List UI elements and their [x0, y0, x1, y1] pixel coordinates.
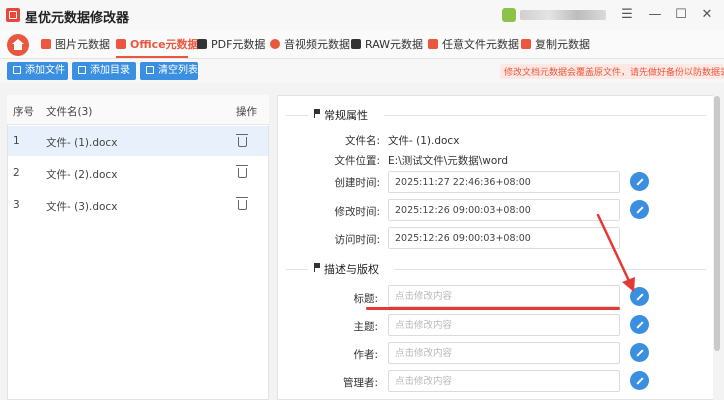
section-title: 常规属性: [324, 109, 368, 122]
tab-pdf-metadata[interactable]: PDF元数据: [197, 35, 265, 55]
clear-icon: [146, 66, 154, 74]
modified-time-input[interactable]: [388, 199, 620, 221]
created-time-label: 创建时间:: [334, 177, 380, 189]
home-icon[interactable]: [7, 34, 29, 56]
row-filename: 文件- (1).docx: [46, 137, 118, 149]
author-input[interactable]: [388, 342, 620, 364]
delete-icon[interactable]: [236, 197, 248, 210]
tab-audio-video-metadata[interactable]: 音视频元数据: [270, 35, 350, 55]
edit-manager-button[interactable]: [630, 371, 649, 390]
add-folder-icon: [78, 66, 86, 74]
accessed-time-label: 访问时间:: [334, 234, 380, 246]
header-filename: 文件名(3): [46, 106, 93, 118]
active-tab-indicator: [116, 56, 188, 58]
annotation-underline: [366, 307, 620, 310]
minimize-icon[interactable]: —: [646, 6, 664, 24]
title-input[interactable]: [388, 285, 620, 307]
user-info-blurred: [520, 10, 606, 20]
image-icon: [41, 39, 51, 49]
edit-subject-button[interactable]: [630, 315, 649, 334]
header-action: 操作: [236, 106, 257, 118]
tab-office-metadata[interactable]: Office元数据: [116, 35, 199, 55]
modified-time-label: 修改时间:: [334, 206, 380, 218]
play-icon: [270, 39, 280, 49]
clear-list-button[interactable]: 清空列表: [140, 62, 198, 80]
row-filename: 文件- (2).docx: [46, 169, 118, 181]
accessed-time-input[interactable]: [388, 227, 620, 249]
subject-input[interactable]: [388, 314, 620, 336]
divider: [286, 269, 308, 270]
tab-copy-metadata[interactable]: 复制元数据: [521, 35, 590, 55]
user-avatar[interactable]: [502, 8, 516, 22]
row-index: 2: [13, 167, 20, 179]
created-time-input[interactable]: [388, 171, 620, 193]
copy-icon: [521, 39, 531, 49]
section-common-properties: 常规属性: [286, 109, 706, 122]
section-description-copyright: 描述与版权: [286, 263, 706, 276]
tab-raw-metadata[interactable]: RAW元数据: [351, 35, 423, 55]
edit-created-button[interactable]: [630, 172, 649, 191]
flag-icon: [314, 109, 320, 118]
scrollbar-thumb[interactable]: [714, 96, 720, 351]
file-icon: [428, 39, 438, 49]
section-title: 描述与版权: [324, 263, 379, 276]
add-file-icon: [13, 66, 21, 74]
header-index: 序号: [13, 106, 34, 118]
raw-icon: [351, 39, 361, 49]
flag-icon: [314, 263, 320, 272]
author-label: 作者:: [353, 349, 378, 361]
office-icon: [116, 39, 126, 49]
tab-any-file-metadata[interactable]: 任意文件元数据: [428, 35, 519, 55]
file-path-label: 文件位置:: [334, 155, 380, 167]
row-index: 1: [13, 135, 20, 147]
file-name-label: 文件名:: [344, 135, 380, 147]
title-label: 标题:: [353, 293, 378, 305]
delete-icon[interactable]: [236, 134, 248, 147]
edit-modified-button[interactable]: [630, 200, 649, 219]
row-filename: 文件- (3).docx: [46, 201, 118, 213]
edit-author-button[interactable]: [630, 343, 649, 362]
divider: [286, 115, 308, 116]
row-index: 3: [13, 199, 20, 211]
subject-label: 主题:: [353, 321, 378, 333]
file-path-value: E:\测试文件\元数据\word: [388, 155, 509, 167]
manager-input[interactable]: [388, 370, 620, 392]
tab-image-metadata[interactable]: 图片元数据: [41, 35, 110, 55]
manager-label: 管理者:: [342, 377, 378, 389]
app-title: 星优元数据修改器: [25, 11, 130, 26]
maximize-icon[interactable]: ☐: [672, 6, 690, 24]
app-logo-icon: [6, 8, 20, 22]
close-icon[interactable]: ✕: [698, 6, 716, 24]
divider: [384, 115, 706, 116]
divider: [394, 269, 706, 270]
pdf-icon: [197, 39, 207, 49]
delete-icon[interactable]: [236, 165, 248, 178]
edit-title-button[interactable]: [630, 287, 649, 306]
add-file-button[interactable]: 添加文件: [7, 62, 68, 80]
file-name-value: 文件- (1).docx: [388, 135, 460, 147]
warning-message: 修改文档元数据会覆盖原文件，请先做好备份以防数据丢失！: [500, 64, 724, 79]
menu-icon[interactable]: ☰: [618, 6, 636, 24]
add-folder-button[interactable]: 添加目录: [72, 62, 136, 80]
